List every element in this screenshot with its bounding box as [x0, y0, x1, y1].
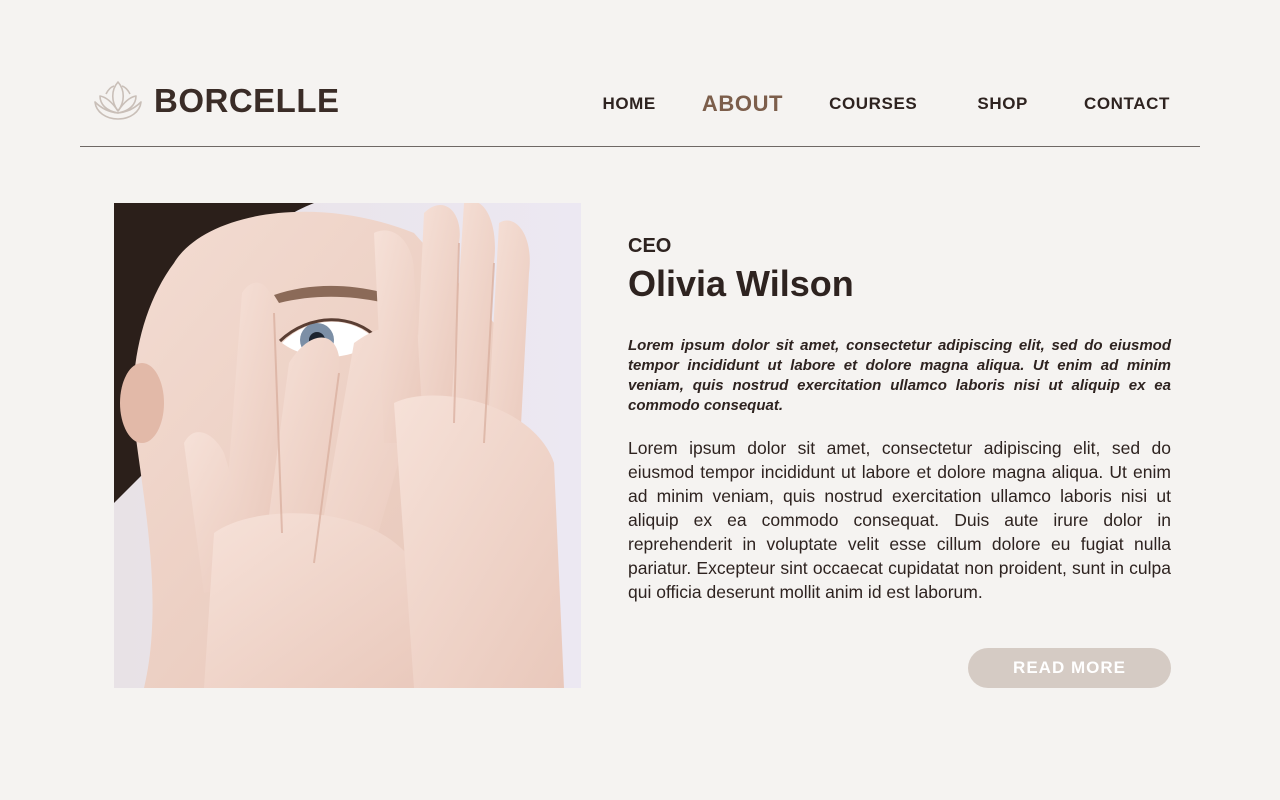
- person-name: Olivia Wilson: [628, 263, 854, 304]
- lotus-icon: [94, 81, 142, 120]
- profile-photo: [114, 203, 581, 688]
- lead-paragraph: Lorem ipsum dolor sit amet, consectetur …: [628, 337, 1171, 414]
- nav-shop[interactable]: SHOP: [977, 94, 1028, 114]
- nav-home[interactable]: HOME: [602, 94, 655, 114]
- nav-contact[interactable]: CONTACT: [1084, 94, 1170, 114]
- portrait-illustration: [114, 203, 581, 688]
- brand[interactable]: BORCELLE: [92, 78, 340, 124]
- site-header: BORCELLE HOME ABOUT COURSES SHOP CONTACT: [80, 60, 1200, 147]
- brand-name: BORCELLE: [154, 82, 340, 119]
- read-more-button[interactable]: READ MORE: [968, 648, 1171, 688]
- main-nav: HOME ABOUT COURSES SHOP CONTACT: [602, 60, 1170, 148]
- nav-about[interactable]: ABOUT: [702, 91, 783, 117]
- nav-courses[interactable]: COURSES: [829, 94, 917, 114]
- role-label: CEO: [628, 235, 672, 257]
- profile-content: CEO Olivia Wilson Lorem ipsum dolor sit …: [628, 232, 1171, 604]
- body-paragraph: Lorem ipsum dolor sit amet, consectetur …: [628, 438, 1171, 602]
